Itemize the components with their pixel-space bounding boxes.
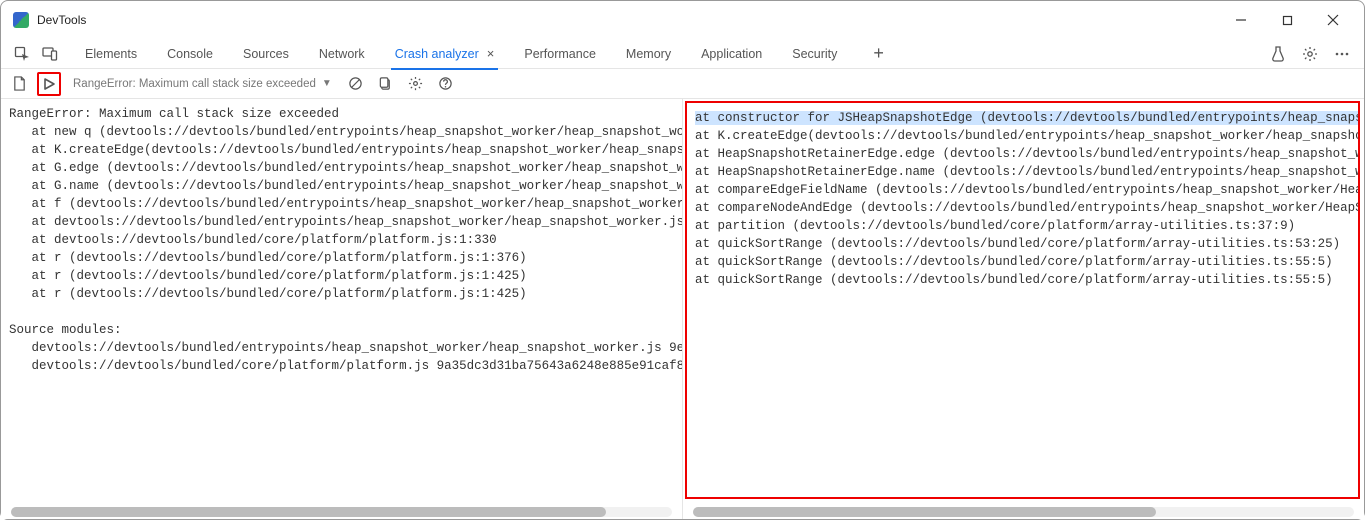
- tab-sources[interactable]: Sources: [229, 39, 303, 69]
- tab-label: Application: [701, 47, 762, 61]
- error-dropdown[interactable]: RangeError: Maximum call stack size exce…: [67, 73, 338, 95]
- tab-elements[interactable]: Elements: [71, 39, 151, 69]
- more-menu-icon[interactable]: [1334, 46, 1350, 62]
- raw-stack-text[interactable]: RangeError: Maximum call stack size exce…: [1, 99, 682, 381]
- content-panes: RangeError: Maximum call stack size exce…: [1, 99, 1364, 519]
- tab-performance[interactable]: Performance: [510, 39, 610, 69]
- unminified-stack-text[interactable]: at constructor for JSHeapSnapshotEdge (d…: [687, 103, 1358, 295]
- inspect-icon[interactable]: [13, 45, 31, 63]
- tab-crash-analyzer[interactable]: Crash analyzer ×: [381, 39, 509, 69]
- window-title: DevTools: [37, 13, 86, 27]
- device-toggle-icon[interactable]: [41, 45, 59, 63]
- experiments-icon[interactable]: [1270, 46, 1286, 62]
- tab-label: Network: [319, 47, 365, 61]
- settings-button[interactable]: [404, 72, 428, 96]
- maximize-button[interactable]: [1264, 4, 1310, 36]
- crash-toolbar: RangeError: Maximum call stack size exce…: [1, 69, 1364, 99]
- tab-security[interactable]: Security: [778, 39, 851, 69]
- close-button[interactable]: [1310, 4, 1356, 36]
- tab-application[interactable]: Application: [687, 39, 776, 69]
- tab-network[interactable]: Network: [305, 39, 379, 69]
- tab-label: Security: [792, 47, 837, 61]
- h-scrollbar-right[interactable]: [683, 505, 1364, 519]
- close-tab-icon[interactable]: ×: [487, 46, 495, 61]
- help-button[interactable]: [434, 72, 458, 96]
- tab-memory[interactable]: Memory: [612, 39, 685, 69]
- run-analyze-button[interactable]: [37, 72, 61, 96]
- tab-label: Console: [167, 47, 213, 61]
- settings-gear-icon[interactable]: [1302, 46, 1318, 62]
- error-field-text: RangeError: Maximum call stack size exce…: [73, 78, 316, 90]
- tab-label: Elements: [85, 47, 137, 61]
- unminified-stack-pane: at constructor for JSHeapSnapshotEdge (d…: [683, 99, 1364, 519]
- tab-label: Sources: [243, 47, 289, 61]
- tab-console[interactable]: Console: [153, 39, 227, 69]
- tab-label: Crash analyzer: [395, 47, 479, 61]
- copy-button[interactable]: [374, 72, 398, 96]
- raw-stack-pane: RangeError: Maximum call stack size exce…: [1, 99, 683, 519]
- clear-button[interactable]: [344, 72, 368, 96]
- new-file-button[interactable]: [7, 72, 31, 96]
- add-tab-button[interactable]: +: [863, 43, 894, 64]
- titlebar: DevTools: [1, 1, 1364, 39]
- tabbar: Elements Console Sources Network Crash a…: [1, 39, 1364, 69]
- tab-label: Memory: [626, 47, 671, 61]
- h-scrollbar-left[interactable]: [1, 505, 682, 519]
- devtools-window: DevTools Elements Console Sources Networ…: [0, 0, 1365, 520]
- app-icon: [13, 12, 29, 28]
- tab-label: Performance: [524, 47, 596, 61]
- chevron-down-icon: ▼: [322, 78, 332, 89]
- minimize-button[interactable]: [1218, 4, 1264, 36]
